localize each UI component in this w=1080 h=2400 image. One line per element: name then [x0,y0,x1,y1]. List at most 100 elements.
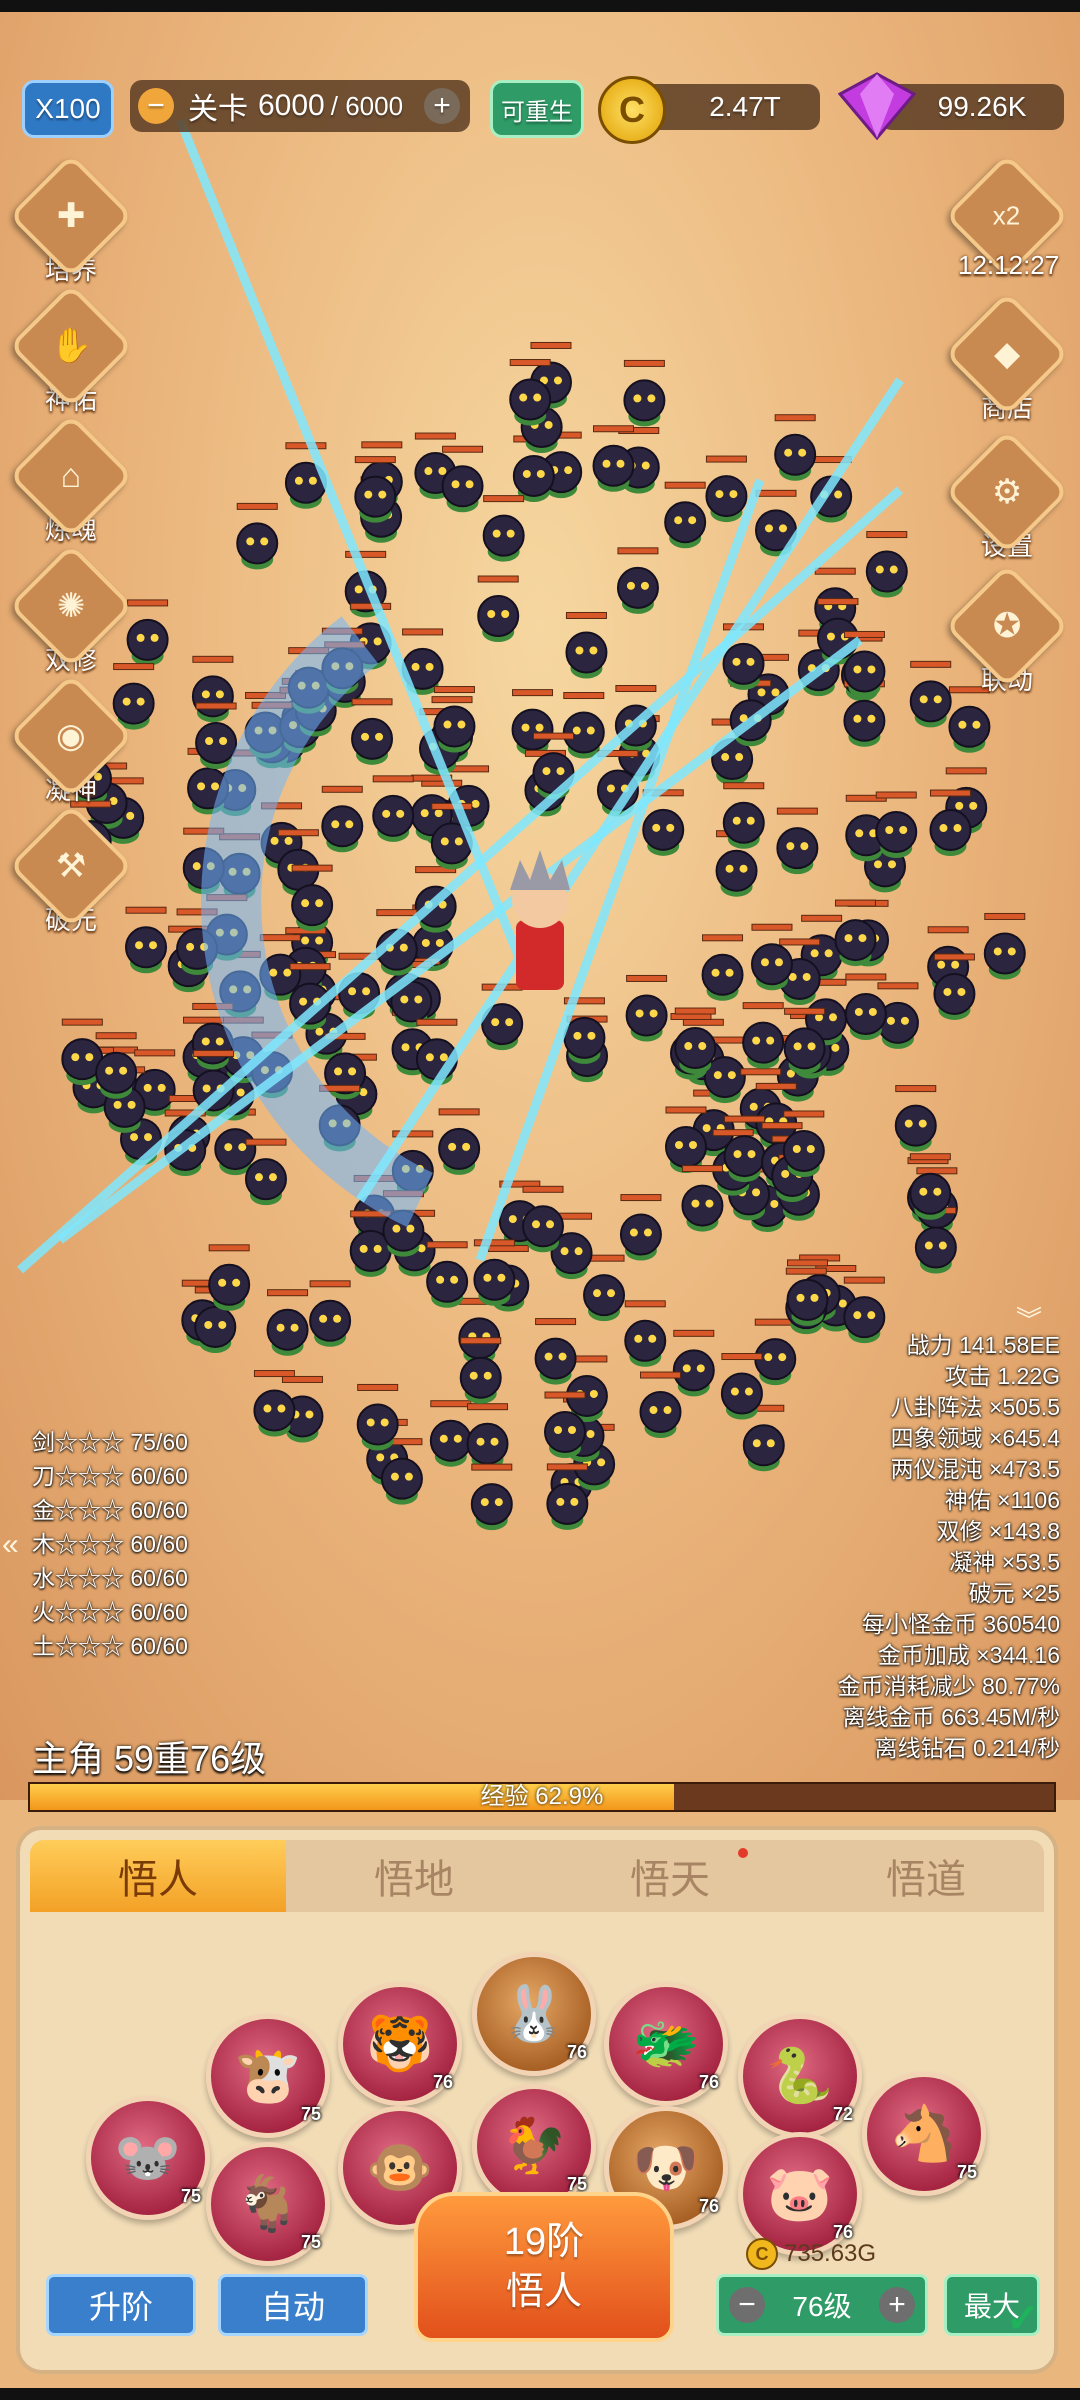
expand-left-chevron-icon[interactable]: « [2,1528,19,1562]
monkey-icon: 🐵 [366,2137,434,2198]
monster [722,782,765,849]
menu-glyph: ⚒ [55,846,87,885]
tab-2[interactable]: 悟天 [542,1840,798,1912]
stage-minus-button[interactable]: − [138,88,174,124]
monster [372,775,415,842]
stage-plus-button[interactable]: + [424,88,460,124]
speed-label: X100 [35,93,101,124]
tab-0[interactable]: 悟人 [30,1840,286,1912]
menu-glyph: ⌂ [60,456,82,495]
level-plus-button[interactable]: + [879,2287,915,2323]
stage-current: 6000 [258,89,325,122]
monster [983,912,1026,980]
monster [623,359,666,427]
stage-bar: − 关卡 6000 / 6000 + [130,80,470,132]
auto-label: 自动 [260,2289,325,2325]
rebirth-button[interactable]: 可重生 [490,80,584,138]
zodiac-goat-button[interactable]: 🐐 75 [206,2142,330,2266]
monster [754,1318,797,1386]
zodiac-level: 75 [180,2186,201,2206]
zodiac-level: 76 [432,2072,453,2092]
diamond-amount: 99.26K [937,91,1027,122]
monster [356,1383,399,1451]
left-menu-item-2[interactable]: ⌂炼魂 [8,413,134,552]
cost-amount: 735.63G [784,2240,877,2267]
plus-icon: + [888,2288,906,2321]
zodiac-rooster-button[interactable]: 🐓 75 [472,2084,596,2208]
cost-display: C 735.63G [746,2238,876,2270]
element-line: 水☆☆☆ 60/60 [32,1565,188,1591]
zodiac-dragon-button[interactable]: 🐲 76 [604,1982,728,2106]
monster [208,1244,251,1311]
left-menu-item-0[interactable]: ✚培养 [8,153,134,292]
stage-label: 关卡 [188,93,248,126]
monster [429,1400,472,1467]
exp-bar: 经验 62.9% [28,1782,1056,1812]
menu-glyph: ✋ [49,327,93,365]
left-menu-item-1[interactable]: ✋神佑 [8,283,134,422]
left-menu-item-3[interactable]: ✺双修 [8,543,134,682]
element-line: 火☆☆☆ 60/60 [32,1599,188,1625]
coin-icon: C [746,2238,778,2270]
monster [321,785,364,853]
left-menu-item-5[interactable]: ⚒破元 [8,803,134,942]
stats-panel: 战力 141.58EE 攻击 1.22G 八卦阵法 ×505.5 四象领域 ×645.… [838,1330,1060,1764]
left-menu-item-4[interactable]: ◉凝神 [8,673,134,812]
monster [511,689,554,756]
settings-button[interactable]: ⚙ 设置 [944,429,1070,568]
minus-icon: − [738,2288,756,2321]
monster [458,1297,501,1365]
zodiac-level: 76 [698,2196,719,2216]
stage-max: / 6000 [330,90,404,121]
stat-line: 攻击 1.22G [944,1363,1060,1389]
menu-icon: ✺ [8,543,134,669]
stage-advance-button[interactable]: 19阶 悟人 [414,2192,674,2342]
monster [534,1318,577,1385]
stat-line: 八卦阵法 ×505.5 [890,1394,1060,1420]
auto-button[interactable]: 自动 [218,2274,368,2336]
zodiac-tiger-button[interactable]: 🐯 76 [338,1982,462,2106]
zodiac-ox-button[interactable]: 🐮 75 [206,2014,330,2138]
element-line: 木☆☆☆ 60/60 [32,1531,188,1557]
monster [774,414,817,481]
upgrade-button[interactable]: 升阶 [46,2274,196,2336]
monster [705,455,748,523]
monster [750,923,793,991]
monster [776,807,819,875]
monster [619,1194,662,1261]
level-minus-button[interactable]: − [729,2287,765,2323]
monster [583,1254,626,1322]
diamond-shop-icon: ◆ [944,291,1070,417]
coin-glyph: C [619,89,645,130]
stat-line: 每小怪金币 360540 [861,1611,1060,1637]
zodiac-rabbit-button[interactable]: 🐰 76 [472,1952,596,2076]
monster [701,934,744,1001]
level-stepper[interactable]: − 76级 + [716,2274,928,2336]
menu-icon: ✋ [8,283,134,409]
tab-3[interactable]: 悟道 [798,1840,1054,1912]
monster [565,611,608,679]
shop-button[interactable]: ◆ 商店 [944,291,1070,430]
monster [664,481,707,549]
stat-line: 战力 141.58EE [906,1332,1060,1358]
tab-1[interactable]: 悟地 [286,1840,542,1912]
stat-line: 金币加成 ×344.16 [877,1642,1060,1668]
monster [266,1289,309,1356]
menu-icon: ⚒ [8,803,134,929]
link-button[interactable]: ✪ 联动 [944,563,1070,702]
zodiac-horse-button[interactable]: 🐴 75 [862,2072,986,2196]
monster [625,974,668,1042]
rooster-icon: 🐓 [500,2115,568,2176]
zodiac-level: 76 [698,2072,719,2092]
element-line: 土☆☆☆ 60/60 [32,1633,188,1659]
status-strip [0,0,1080,12]
diamond-icon [838,72,916,140]
stat-line: 离线钻石 0.214/秒 [874,1735,1060,1761]
snake-icon: 🐍 [766,2045,834,2106]
zodiac-rat-button[interactable]: 🐭 75 [86,2096,210,2220]
zodiac-snake-button[interactable]: 🐍 72 [738,2014,862,2138]
speed-button[interactable]: X100 [22,80,114,138]
stat-line: 离线金币 663.45M/秒 [842,1704,1060,1730]
plus-icon: + [433,89,451,122]
stat-line: 破元 ×25 [968,1580,1060,1606]
